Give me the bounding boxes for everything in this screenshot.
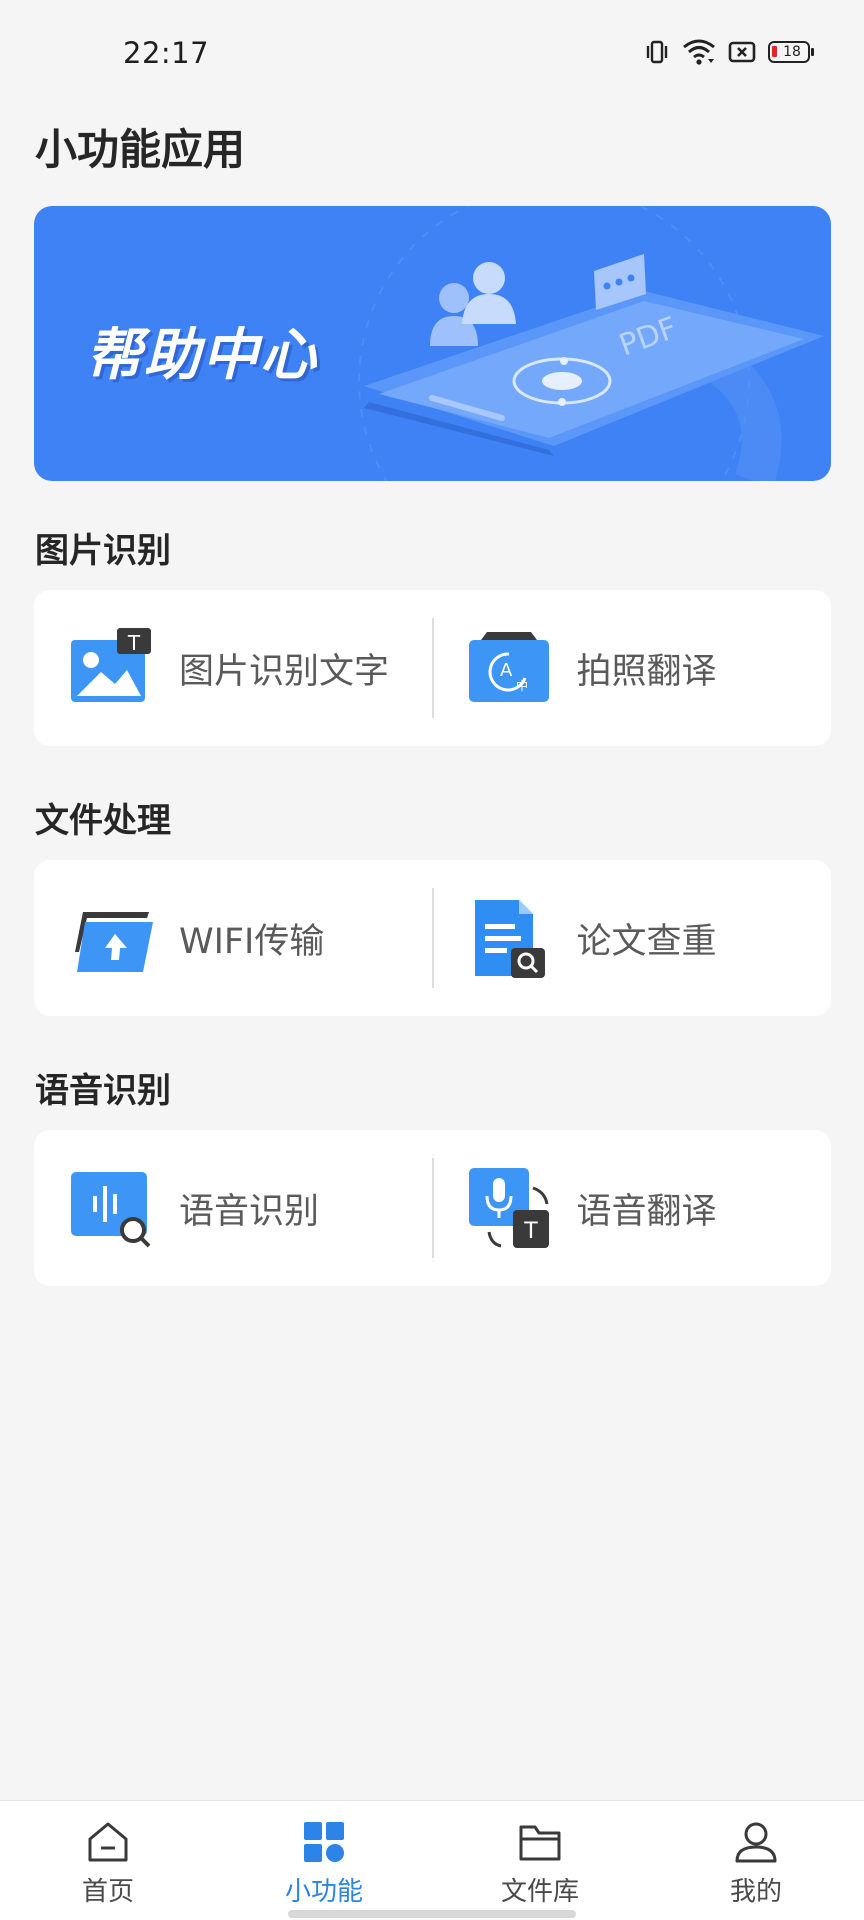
voice-recognition-card: 语音识别 T 语音翻译 [34,1130,831,1286]
wifi-transfer-item[interactable]: WIFI传输 [34,860,433,1016]
card-divider [432,1158,434,1258]
image-text-recognition-item[interactable]: T 图片识别文字 [34,590,433,746]
voice-translate-label: 语音翻译 [576,1191,717,1232]
banner-title: 帮助中心 [86,323,318,388]
paper-check-item[interactable]: 论文查重 [433,860,832,1016]
wifi-transfer-label: WIFI传输 [179,921,325,962]
section-title-file: 文件处理 [35,801,171,841]
status-time: 22:17 [123,36,210,70]
image-text-icon: T [71,628,151,702]
folder-icon [519,1825,561,1861]
tab-label-file-library: 文件库 [500,1877,579,1907]
tab-profile[interactable]: 我的 [648,1801,864,1920]
tab-file-library[interactable]: 文件库 [432,1801,648,1920]
page-title: 小功能应用 [35,125,246,174]
wifi-transfer-icon [75,912,153,972]
svg-text:T: T [127,631,141,655]
bottom-tab-bar: 首页 小功能 文件库 我的 [0,1800,864,1920]
tab-label-tools: 小功能 [284,1877,363,1907]
wifi-icon [683,39,715,65]
profile-icon [735,1822,777,1863]
sim-error-icon [728,41,756,63]
section-title-voice: 语音识别 [35,1071,171,1111]
paper-check-icon [474,900,545,978]
paper-check-label: 论文查重 [576,921,717,962]
vibrate-icon [646,40,668,64]
photo-translate-label: 拍照翻译 [576,651,717,692]
tab-label-home: 首页 [81,1877,134,1907]
svg-text:中: 中 [516,678,528,693]
tab-home[interactable]: 首页 [0,1801,216,1920]
photo-translate-icon: A 中 [468,632,549,702]
card-divider [432,618,434,718]
section-title-image: 图片识别 [35,531,171,571]
battery-level: 18 [783,44,801,60]
voice-translate-icon: T [468,1168,549,1248]
help-center-banner[interactable]: PDF 帮助中心 [34,206,831,481]
tab-tools[interactable]: 小功能 [216,1801,432,1920]
battery-icon: 18 [768,41,814,63]
apps-grid-icon [304,1822,344,1862]
file-processing-card: WIFI传输 论文查重 [34,860,831,1016]
voice-recognition-icon [71,1172,151,1248]
photo-translate-item[interactable]: A 中 拍照翻译 [433,590,832,746]
image-recognition-card: T 图片识别文字 A 中 拍照翻译 [34,590,831,746]
card-divider [432,888,434,988]
voice-recognition-item[interactable]: 语音识别 [34,1130,433,1286]
home-icon [88,1822,128,1862]
status-icons: 18 [644,38,814,66]
svg-text:T: T [523,1219,538,1244]
image-text-recognition-label: 图片识别文字 [179,651,390,692]
voice-translate-item[interactable]: T 语音翻译 [433,1130,832,1286]
voice-recognition-label: 语音识别 [179,1191,320,1232]
svg-text:A: A [500,660,513,681]
home-indicator[interactable] [288,1910,576,1918]
tab-label-profile: 我的 [729,1877,782,1907]
status-bar: 22:17 18 [0,0,864,110]
